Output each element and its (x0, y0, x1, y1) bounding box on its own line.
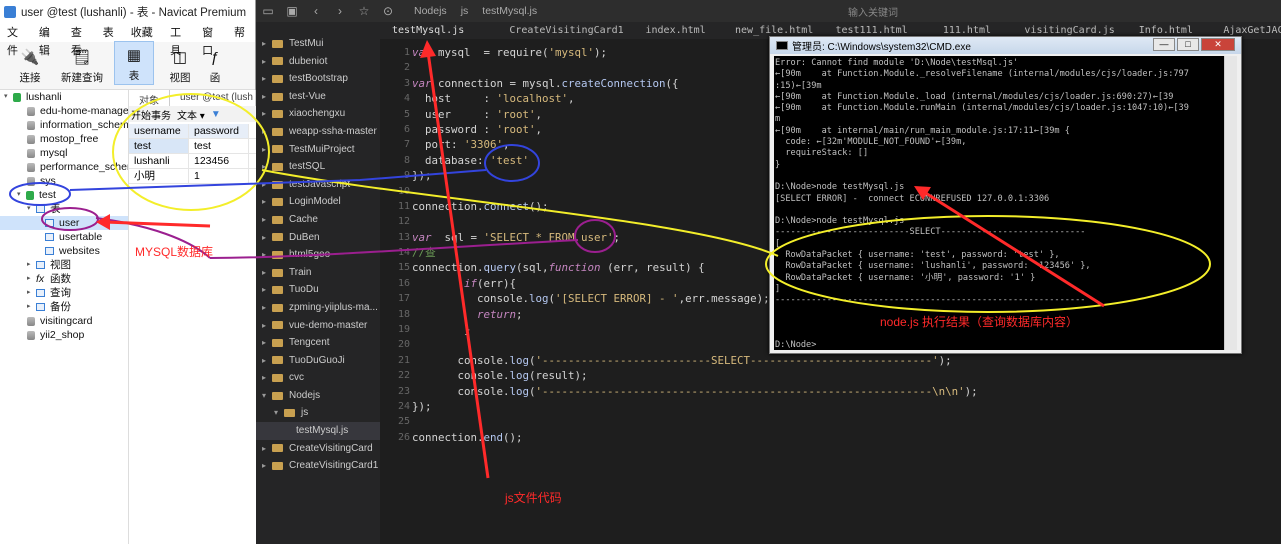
arrow-red-js (426, 51, 490, 479)
arrowhead-red-js (420, 40, 436, 58)
annotation-mysql-db: MYSQL数据库 (135, 245, 214, 259)
highlight-ellipse-database (484, 144, 540, 182)
annotation-js-file: js文件代码 (505, 491, 562, 505)
arrow-red-cmd (923, 190, 1105, 308)
highlight-ellipse-result (765, 215, 1211, 313)
highlight-ellipse-grid (112, 93, 270, 211)
connector-purple (209, 239, 579, 259)
arrow-red-user (103, 220, 211, 228)
highlight-ellipse-sql-user (574, 219, 616, 253)
highlight-ellipse-test-db (9, 182, 71, 206)
arrowhead-red-cmd (914, 186, 931, 200)
annotation-node-result: node.js 执行结果（查询数据库内容） (880, 315, 1079, 329)
highlight-ellipse-user-table (41, 207, 99, 231)
annotation-overlay (9, 40, 1211, 479)
